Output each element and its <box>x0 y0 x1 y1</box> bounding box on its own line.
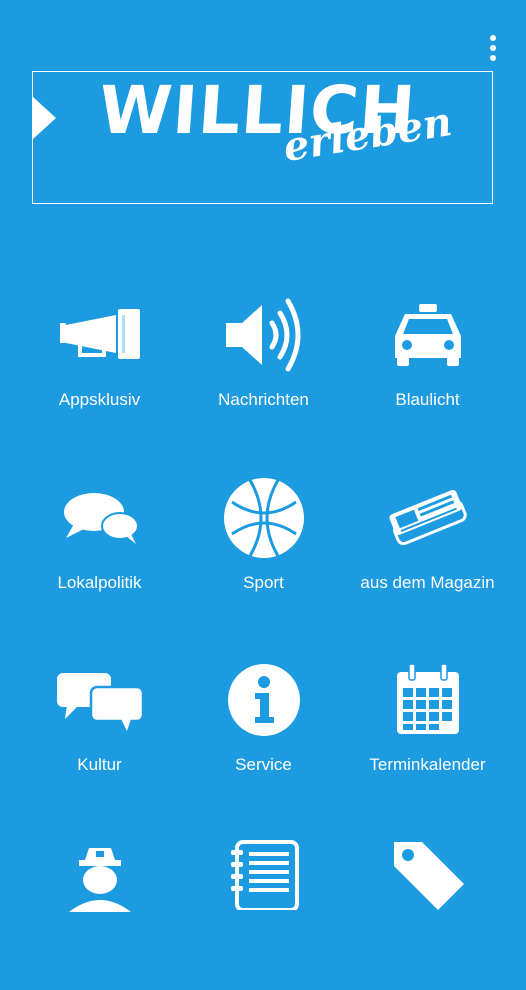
menu-tile-service[interactable]: Service <box>176 645 351 805</box>
tile-label: aus dem Magazin <box>360 573 495 592</box>
calendar-icon <box>340 645 515 755</box>
tile-label: Sport <box>243 573 284 592</box>
tile-label: Nachrichten <box>218 390 309 409</box>
menu-tile-aus-dem-magazin[interactable]: aus dem Magazin <box>340 463 515 623</box>
tile-label: Kultur <box>77 755 122 774</box>
speech-bubbles-icon <box>12 645 187 755</box>
newspaper-icon <box>340 463 515 573</box>
menu-tile-row4-col3[interactable] <box>340 830 515 990</box>
megaphone-icon <box>12 280 187 390</box>
person-hat-icon <box>12 830 187 912</box>
menu-tile-appsklusiv[interactable]: Appsklusiv <box>12 280 187 440</box>
menu-dot <box>490 55 496 61</box>
chat-bubbles-icon <box>12 463 187 573</box>
more-vertical-icon[interactable] <box>478 30 508 66</box>
tile-label: Lokalpolitik <box>57 573 142 592</box>
tile-label: Service <box>235 755 292 774</box>
info-icon <box>176 645 351 755</box>
speaker-icon <box>176 280 351 390</box>
tile-label: Terminkalender <box>369 755 486 774</box>
notepad-icon <box>176 830 351 910</box>
app-logo: WILLICH erleben <box>32 71 493 204</box>
tile-label: Blaulicht <box>395 390 460 409</box>
play-arrow-icon <box>33 97 56 139</box>
tile-label: Appsklusiv <box>58 390 141 409</box>
menu-tile-kultur[interactable]: Kultur <box>12 645 187 805</box>
menu-tile-sport[interactable]: Sport <box>176 463 351 623</box>
menu-dot <box>490 35 496 41</box>
menu-tile-row4-col1[interactable] <box>12 830 187 990</box>
menu-tile-terminkalender[interactable]: Terminkalender <box>340 645 515 805</box>
menu-tile-row4-col2[interactable] <box>176 830 351 990</box>
menu-tile-lokalpolitik[interactable]: Lokalpolitik <box>12 463 187 623</box>
taxi-icon <box>340 280 515 390</box>
menu-tile-blaulicht[interactable]: Blaulicht <box>340 280 515 440</box>
tag-icon <box>340 830 515 910</box>
menu-dot <box>490 45 496 51</box>
basketball-icon <box>176 463 351 573</box>
menu-tile-nachrichten[interactable]: Nachrichten <box>176 280 351 440</box>
